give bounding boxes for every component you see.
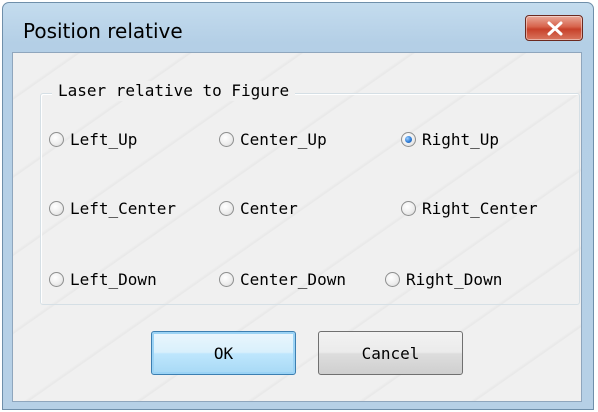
radio-label: Right_Center (422, 198, 538, 218)
radio-label: Left_Center (70, 198, 176, 218)
radio-circle-selected[interactable] (401, 131, 416, 147)
close-button[interactable] (525, 15, 583, 41)
radio-label: Center_Up (240, 129, 327, 149)
title-bar[interactable]: Position relative (3, 3, 593, 53)
radio-circle[interactable] (219, 131, 234, 147)
radio-circle[interactable] (219, 271, 234, 287)
radio-circle[interactable] (385, 271, 400, 287)
radio-left-down[interactable]: Left_Down (49, 267, 157, 291)
group-title: Laser relative to Figure (52, 81, 296, 101)
radio-circle[interactable] (49, 271, 64, 287)
radio-left-center[interactable]: Left_Center (49, 196, 176, 220)
radio-label: Center_Down (240, 269, 346, 289)
cancel-button[interactable]: Cancel (318, 331, 463, 375)
radio-center-up[interactable]: Center_Up (219, 127, 327, 151)
radio-center-down[interactable]: Center_Down (219, 267, 346, 291)
close-icon (547, 21, 563, 36)
radio-label: Right_Down (406, 269, 503, 289)
radio-circle[interactable] (219, 200, 234, 216)
radio-circle[interactable] (401, 200, 416, 216)
ok-button[interactable]: OK (151, 331, 296, 375)
radio-left-up[interactable]: Left_Up (49, 127, 137, 151)
radio-label: Center (240, 198, 298, 218)
radio-circle[interactable] (49, 200, 64, 216)
radio-right-down[interactable]: Right_Down (385, 267, 502, 291)
radio-center[interactable]: Center (219, 196, 298, 220)
radio-circle[interactable] (49, 131, 64, 147)
radio-right-up[interactable]: Right_Up (401, 127, 499, 151)
radio-right-center[interactable]: Right_Center (401, 196, 538, 220)
window-title: Position relative (23, 19, 183, 43)
radio-label: Left_Up (70, 129, 138, 149)
radio-label: Right_Up (422, 129, 500, 149)
radio-label: Left_Down (70, 269, 157, 289)
